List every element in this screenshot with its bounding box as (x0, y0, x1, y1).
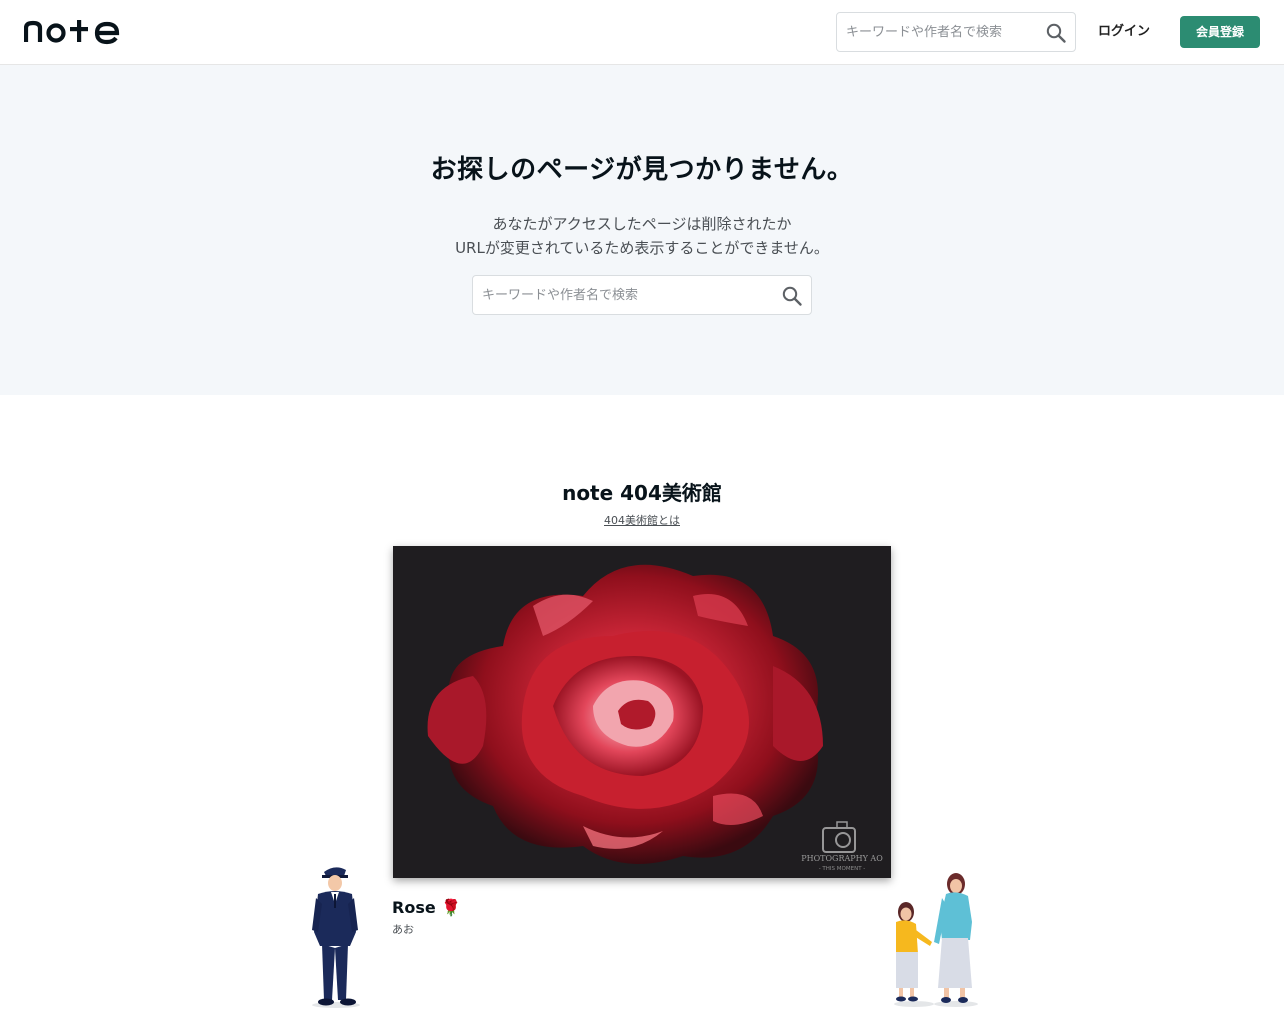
museum-title: note 404美術館 (562, 481, 722, 505)
note-logo[interactable]: note (24, 18, 124, 46)
site-header: note ログイン 会員登録 (0, 0, 1284, 65)
hero-search-box (472, 275, 812, 315)
error-description: あなたがアクセスしたページは削除されたか URLが変更されているため表示すること… (0, 212, 1284, 260)
museum-guard-illustration (312, 867, 360, 1008)
not-found-hero: お探しのページが見つかりません。 あなたがアクセスしたページは削除されたか UR… (0, 65, 1284, 395)
search-icon (782, 286, 802, 306)
page-title: お探しのページが見つかりません。 (430, 155, 854, 185)
artwork-title[interactable]: Rose 🌹 (392, 898, 461, 918)
header-search-button[interactable] (1045, 22, 1067, 44)
header-search-input[interactable] (837, 13, 1075, 51)
artwork-watermark-sub: - THIS MOMENT - (819, 866, 866, 872)
hero-search-button[interactable] (781, 285, 803, 307)
error-description-line2: URLが変更されているため表示することができません。 (455, 239, 829, 257)
museum-about-link[interactable]: 404美術館とは (0, 512, 1284, 528)
search-icon (1046, 23, 1066, 43)
rose-photo: PHOTOGRAPHY AO - THIS MOMENT - (393, 546, 891, 878)
hero-search-input[interactable] (473, 276, 811, 314)
header-search-box (836, 12, 1076, 52)
artwork-image[interactable]: PHOTOGRAPHY AO - THIS MOMENT - (393, 546, 891, 878)
error-description-line1: あなたがアクセスしたページは削除されたか (492, 215, 792, 233)
login-link[interactable]: ログイン (1094, 22, 1154, 42)
artwork-author[interactable]: あお (392, 921, 414, 937)
signup-button[interactable]: 会員登録 (1180, 16, 1260, 48)
visitors-illustration (894, 873, 978, 1007)
artwork-watermark: PHOTOGRAPHY AO (801, 854, 883, 863)
